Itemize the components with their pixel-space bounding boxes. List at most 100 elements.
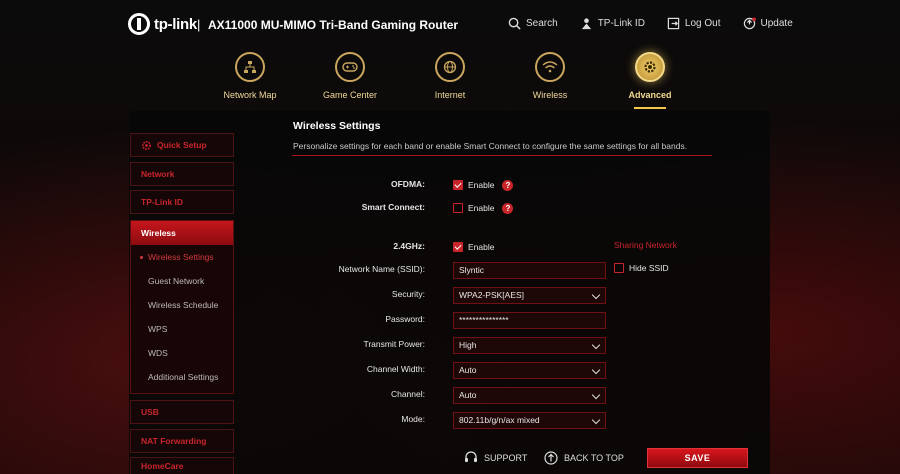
ofdma-help-icon[interactable]: ? <box>502 179 514 191</box>
search-label: Search <box>526 18 558 29</box>
sidebar-subitem-label: WDS <box>148 348 168 358</box>
sidebar-subitem-guest-network[interactable]: Guest Network <box>131 269 233 293</box>
sidebar-item-tplink-id[interactable]: TP-Link ID <box>130 190 234 214</box>
network-map-icon <box>235 52 265 82</box>
password-input[interactable]: *************** <box>453 311 606 329</box>
transmit-power-value: High <box>459 340 477 350</box>
chevron-down-icon <box>591 390 601 399</box>
mode-row: Mode: 802.11b/g/n/ax mixed <box>269 411 729 429</box>
sidebar-item-label: Quick Setup <box>157 140 207 150</box>
channel-label: Channel: <box>390 389 425 399</box>
update-icon <box>743 17 756 30</box>
user-id-icon <box>581 18 591 30</box>
hide-ssid-label: Hide SSID <box>629 263 669 273</box>
nav-wireless[interactable]: Wireless <box>505 52 595 100</box>
back-to-top-label: BACK TO TOP <box>564 453 624 463</box>
support-link[interactable]: SUPPORT <box>464 451 527 465</box>
page-title: Wireless Settings <box>293 120 381 132</box>
logout-icon <box>667 17 680 30</box>
support-label: SUPPORT <box>484 453 528 463</box>
nav-label: Game Center <box>322 90 378 100</box>
settings-panel: Quick Setup Network TP-Link ID Wireless … <box>129 111 770 474</box>
tplink-logo[interactable]: tp-link <box>128 13 197 35</box>
sidebar-subitem-wireless-settings[interactable]: Wireless Settings <box>131 245 233 269</box>
ofdma-label: OFDMA: <box>391 179 425 189</box>
back-to-top-link[interactable]: BACK TO TOP <box>544 451 624 465</box>
sidebar-subitem-label: Wireless Schedule <box>148 300 219 310</box>
headset-icon <box>465 451 477 462</box>
sidebar-subitem-wps[interactable]: WPS <box>131 317 233 341</box>
mode-select[interactable]: 802.11b/g/n/ax mixed <box>453 411 606 429</box>
nav-network-map[interactable]: Network Map <box>205 52 295 100</box>
gamepad-icon <box>335 52 365 82</box>
page-description: Personalize settings for each band or en… <box>293 141 688 151</box>
arrow-up-icon <box>544 451 558 465</box>
nav-label: Advanced <box>628 90 672 100</box>
sidebar-item-label: TP-Link ID <box>141 197 184 207</box>
top-bar: tp-link | AX11000 MU-MIMO Tri-Band Gamin… <box>0 0 900 50</box>
update-link[interactable]: Update <box>743 17 793 30</box>
nav-game-center[interactable]: Game Center <box>305 52 395 100</box>
tplink-id-link[interactable]: TP-Link ID <box>580 17 645 30</box>
sidebar-group-wireless: Wireless Wireless Settings Guest Network… <box>130 220 234 394</box>
footer-bar: SUPPORT BACK TO TOP SAVE <box>0 440 900 474</box>
smart-connect-checkbox[interactable] <box>453 203 463 213</box>
sidebar-subitem-additional-settings[interactable]: Additional Settings <box>131 365 233 389</box>
mode-value: 802.11b/g/n/ax mixed <box>459 415 540 425</box>
security-row: Security: WPA2-PSK[AES] <box>269 286 729 304</box>
chevron-down-icon <box>591 340 601 349</box>
sharing-network-link[interactable]: Sharing Network <box>614 240 677 250</box>
nav-label: Network Map <box>223 90 277 100</box>
sidebar-subitem-label: Additional Settings <box>148 372 219 382</box>
sidebar-subitem-wireless-schedule[interactable]: Wireless Schedule <box>131 293 233 317</box>
ofdma-checkbox[interactable] <box>453 180 463 190</box>
tplink-logo-mark <box>128 13 150 35</box>
smart-connect-help-icon[interactable]: ? <box>502 202 514 214</box>
security-select[interactable]: WPA2-PSK[AES] <box>453 286 606 304</box>
smart-connect-option: Enable <box>468 203 495 213</box>
band-24-checkbox[interactable] <box>453 242 463 252</box>
chevron-down-icon <box>591 365 601 374</box>
model-separator: | <box>197 17 201 32</box>
channel-select[interactable]: Auto <box>453 386 606 404</box>
transmit-power-row: Transmit Power: High <box>269 336 729 354</box>
smart-connect-row: Smart Connect: Enable ? <box>269 199 729 217</box>
sidebar-item-wireless[interactable]: Wireless <box>131 221 233 245</box>
channel-width-label: Channel Width: <box>366 364 425 374</box>
transmit-power-select[interactable]: High <box>453 336 606 354</box>
sidebar-subitem-label: Wireless Settings <box>148 252 214 262</box>
nav-internet[interactable]: Internet <box>405 52 495 100</box>
logout-label: Log Out <box>684 18 721 29</box>
nav-label: Wireless <box>532 90 568 100</box>
channel-width-row: Channel Width: Auto <box>269 361 729 379</box>
nav-advanced[interactable]: Advanced <box>605 52 695 100</box>
channel-value: Auto <box>459 390 477 400</box>
active-nav-underline <box>634 107 666 109</box>
logo-text: tp-link <box>154 15 197 33</box>
band-24-option: Enable <box>468 242 495 252</box>
password-label: Password: <box>385 314 425 324</box>
band-24-label: 2.4GHz: <box>393 241 425 251</box>
channel-width-select[interactable]: Auto <box>453 361 606 379</box>
router-model: AX11000 MU-MIMO Tri-Band Gaming Router <box>208 18 459 32</box>
sidebar-item-usb[interactable]: USB <box>130 400 234 424</box>
security-label: Security: <box>391 289 425 299</box>
sidebar-item-network[interactable]: Network <box>130 162 234 186</box>
chevron-down-icon <box>591 415 601 424</box>
wifi-icon <box>535 52 565 82</box>
sidebar-item-label: USB <box>141 407 159 417</box>
top-links: Search TP-Link ID Log Out Update <box>508 17 815 30</box>
sidebar-subitem-wds[interactable]: WDS <box>131 341 233 365</box>
save-button[interactable]: SAVE <box>647 448 748 468</box>
ssid-label: Network Name (SSID): <box>338 264 425 274</box>
hide-ssid-checkbox[interactable] <box>614 263 624 273</box>
ssid-input[interactable]: Slyntic <box>453 261 606 279</box>
title-divider <box>292 155 712 156</box>
password-row: Password: *************** <box>269 311 729 329</box>
sidebar-item-label: Network <box>141 169 175 179</box>
logout-link[interactable]: Log Out <box>667 17 721 30</box>
chevron-down-icon <box>591 290 601 299</box>
sidebar-item-quick-setup[interactable]: Quick Setup <box>130 133 234 157</box>
sidebar-item-label: Wireless <box>141 228 176 238</box>
search-link[interactable]: Search <box>508 17 558 30</box>
